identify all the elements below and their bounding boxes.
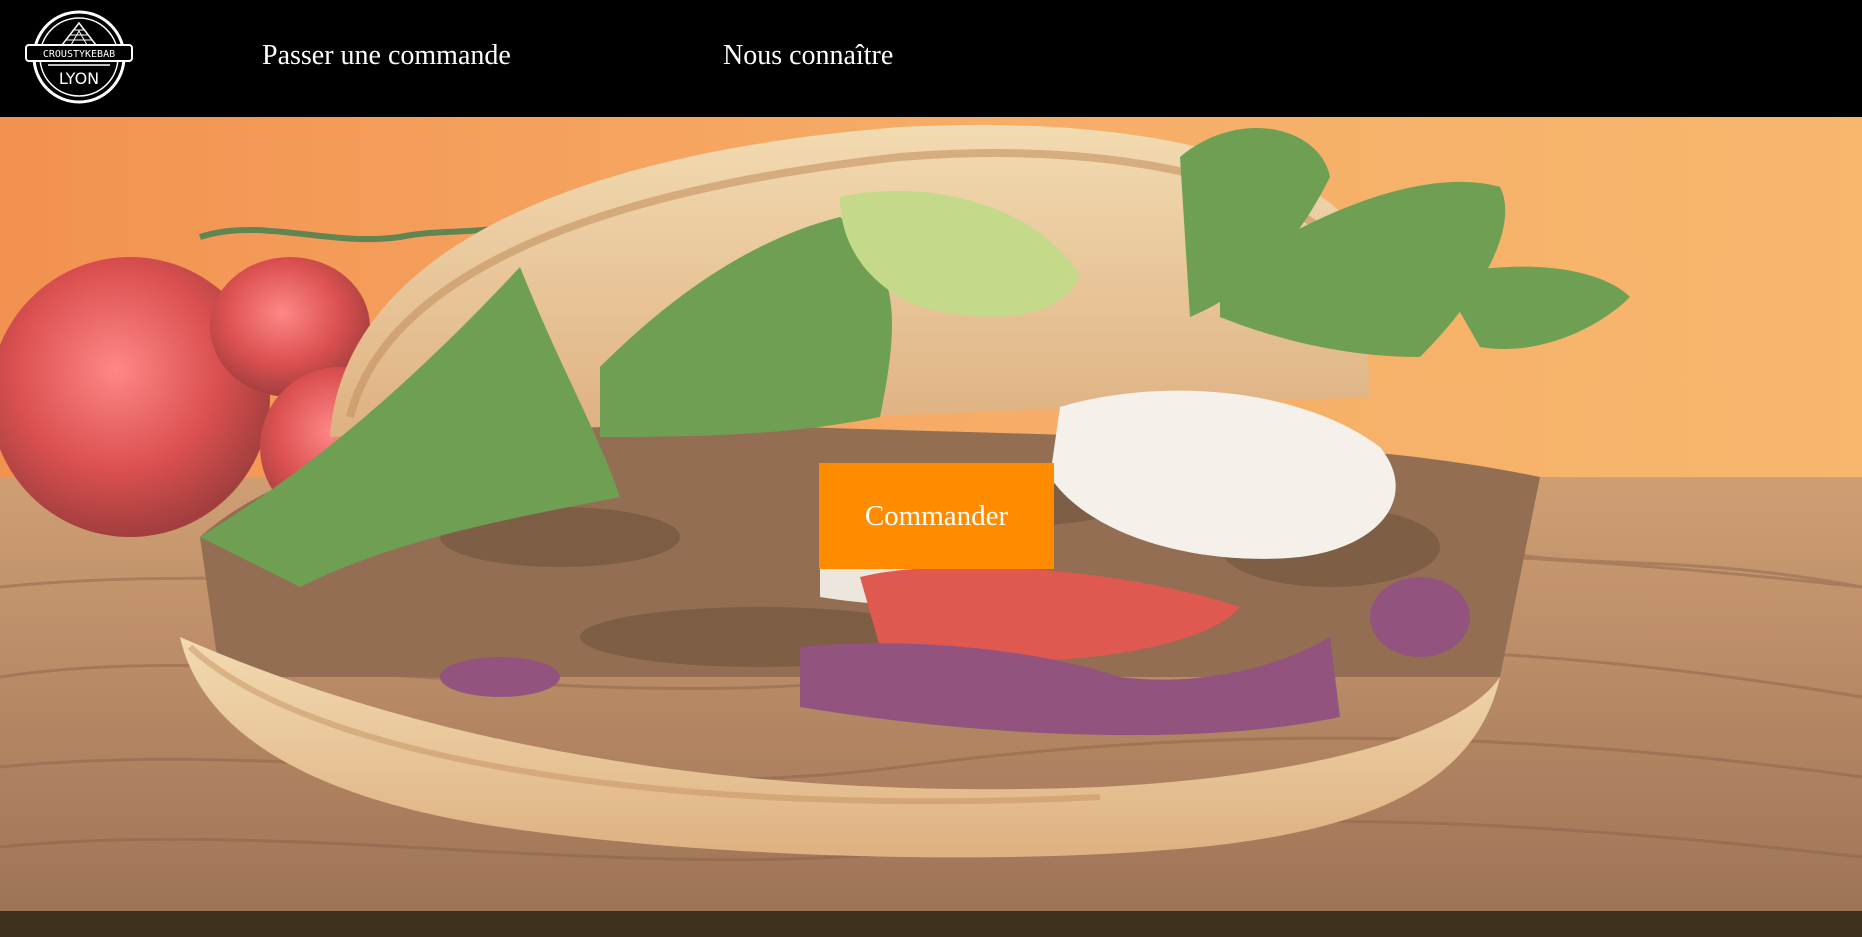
nav-link-about[interactable]: Nous connaître	[723, 40, 893, 72]
top-navbar: CROUSTYKEBAB LYON Passer une commande No…	[0, 0, 1862, 117]
brand-logo[interactable]: CROUSTYKEBAB LYON	[24, 9, 134, 105]
order-cta-button[interactable]: Commander	[819, 463, 1054, 569]
footer-strip	[0, 911, 1862, 937]
logo-brand-text: CROUSTYKEBAB	[43, 49, 115, 60]
logo-city-text: LYON	[59, 69, 99, 88]
nav-link-order[interactable]: Passer une commande	[262, 40, 511, 72]
logo-emblem-icon: CROUSTYKEBAB LYON	[25, 10, 133, 104]
